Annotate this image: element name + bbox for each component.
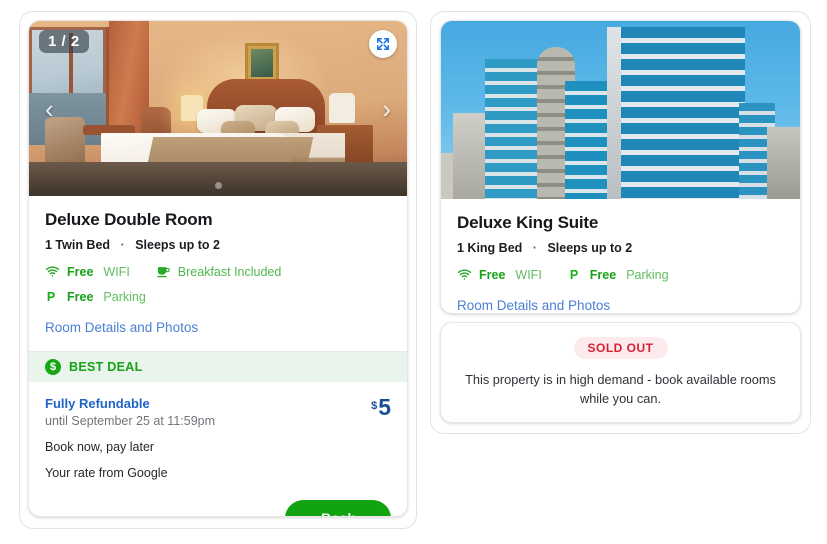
wifi-icon	[457, 267, 472, 282]
meta-separator: ·	[120, 238, 125, 252]
amenity-parking: P Free Parking	[568, 267, 669, 282]
amenity-wifi-label: WIFI	[515, 267, 542, 282]
amenity-row-one: Free WIFI Breakfast Included	[45, 264, 391, 279]
lamp-right-decor	[329, 93, 355, 123]
bed-type: 1 Twin Bed	[45, 238, 111, 252]
room-details-link[interactable]: Room Details and Photos	[45, 320, 198, 335]
book-row: Book	[45, 500, 391, 516]
chevron-right-icon[interactable]: ›	[376, 92, 397, 126]
amenity-wifi-free: Free	[479, 267, 506, 282]
room-info-right: Deluxe King Suite 1 King Bed · Sleeps up…	[441, 199, 800, 313]
parking-icon: P	[568, 267, 583, 282]
amenity-row-two: P Free Parking	[45, 289, 391, 304]
occupancy: Sleeps up to 2	[547, 241, 633, 255]
amenity-parking-label: Parking	[103, 289, 146, 304]
amenity-parking-free: Free	[67, 289, 94, 304]
refund-deadline: until September 25 at 11:59pm	[45, 414, 216, 428]
room-title: Deluxe King Suite	[457, 213, 599, 232]
amenity-wifi: Free WIFI	[45, 264, 130, 279]
room-options-screen: 1 / 2 ‹ › Deluxe Double Room 1 Twin Bed …	[0, 0, 827, 544]
room-info-left: Deluxe Double Room 1 Twin Bed · Sleeps u…	[29, 196, 407, 351]
payment-note: Book now, pay later	[45, 440, 155, 454]
amenity-wifi: Free WIFI	[457, 267, 542, 282]
best-deal-banner: $ BEST DEAL	[29, 351, 407, 382]
expand-icon[interactable]	[369, 30, 397, 58]
building-decor	[617, 27, 745, 199]
occupancy: Sleeps up to 2	[135, 238, 220, 252]
room-meta: 1 King Bed · Sleeps up to 2	[457, 241, 784, 255]
svg-text:P: P	[47, 290, 55, 304]
carousel-dots[interactable]	[29, 182, 407, 189]
sold-out-card: SOLD OUT This property is in high demand…	[440, 322, 801, 423]
amenity-row-one: Free WIFI P Free Parking	[457, 267, 784, 282]
image-counter-badge: 1 / 2	[39, 30, 89, 53]
room-details-link[interactable]: Room Details and Photos	[457, 298, 610, 313]
bed-type: 1 King Bed	[457, 241, 523, 255]
suite-photo	[441, 21, 800, 199]
room-meta: 1 Twin Bed · Sleeps up to 2	[45, 238, 391, 252]
price: $5	[371, 394, 391, 421]
amenity-breakfast-label: Breakfast Included	[177, 264, 282, 279]
room-title: Deluxe Double Room	[45, 210, 213, 229]
room-card-deluxe-double-room[interactable]: 1 / 2 ‹ › Deluxe Double Room 1 Twin Bed …	[28, 20, 408, 517]
amenity-parking-label: Parking	[626, 267, 669, 282]
building-decor	[607, 27, 621, 199]
offer-details: $5 Fully Refundable until September 25 a…	[29, 382, 407, 516]
rate-source: Your rate from Google	[45, 466, 168, 480]
wifi-icon	[45, 264, 60, 279]
amenity-parking: P Free Parking	[45, 289, 146, 304]
book-button[interactable]: Book	[285, 500, 391, 516]
amenity-wifi-free: Free	[67, 264, 94, 279]
carousel-dot[interactable]	[214, 182, 222, 189]
svg-text:P: P	[570, 268, 578, 282]
wall-art-decor	[245, 43, 279, 83]
best-deal-label: BEST DEAL	[69, 360, 143, 374]
building-decor	[767, 127, 800, 199]
room-card-deluxe-king-suite[interactable]: Deluxe King Suite 1 King Bed · Sleeps up…	[440, 20, 801, 314]
chevron-left-icon[interactable]: ‹	[39, 92, 60, 126]
room-photo-carousel[interactable]: 1 / 2 ‹ ›	[29, 21, 407, 196]
parking-icon: P	[45, 289, 60, 304]
carpet-decor	[29, 162, 407, 196]
amenity-breakfast: Breakfast Included	[156, 264, 282, 279]
status-badge: SOLD OUT	[573, 337, 668, 359]
sold-out-message: This property is in high demand - book a…	[465, 372, 776, 406]
refund-policy: Fully Refundable	[45, 396, 150, 411]
price-amount: 5	[378, 394, 391, 420]
suite-photo-container[interactable]	[441, 21, 800, 199]
amenity-wifi-label: WIFI	[103, 264, 130, 279]
amenity-parking-free: Free	[589, 267, 617, 282]
meta-separator: ·	[532, 241, 537, 255]
price-currency: $	[371, 399, 378, 412]
breakfast-icon	[156, 264, 171, 279]
coin-icon: $	[45, 359, 61, 375]
